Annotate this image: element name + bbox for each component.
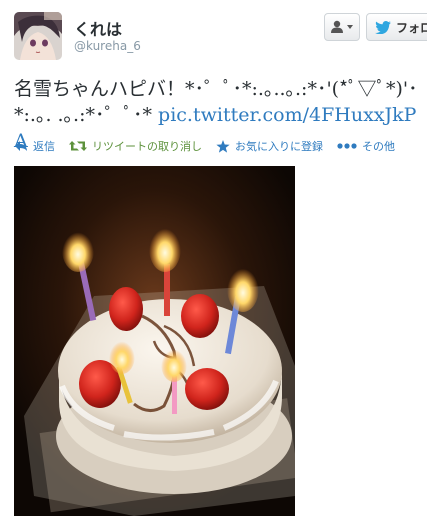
favorite-action[interactable]: お気に入りに登録 — [216, 138, 323, 154]
user-icon — [331, 20, 353, 33]
user-actions-button[interactable] — [324, 13, 360, 41]
birthday-cake-photo — [14, 166, 295, 516]
reply-action[interactable]: 返信 — [14, 138, 55, 154]
follow-label: フォロ — [396, 20, 427, 35]
avatar-image — [14, 12, 62, 60]
avatar[interactable] — [14, 12, 62, 60]
caret-down-icon — [347, 25, 353, 29]
favorite-label: お気に入りに登録 — [235, 140, 323, 153]
reply-label: 返信 — [33, 140, 55, 153]
tweet-actions: 返信 リツイートの取り消し お気に入りに登録 その他 — [14, 138, 409, 154]
more-label: その他 — [362, 140, 395, 153]
more-dots-icon — [337, 143, 357, 149]
follow-button[interactable]: フォロ — [366, 13, 427, 41]
reply-icon — [15, 141, 27, 151]
star-icon — [216, 139, 230, 153]
screen-name[interactable]: @kureha_6 — [74, 39, 141, 53]
more-action[interactable]: その他 — [337, 138, 395, 154]
display-name[interactable]: くれは — [74, 16, 122, 40]
retweet-label: リツイートの取り消し — [92, 140, 202, 153]
retweet-action[interactable]: リツイートの取り消し — [69, 138, 202, 154]
twitter-bird-icon — [375, 20, 391, 34]
tweet-photo[interactable] — [14, 166, 295, 516]
retweet-icon — [69, 141, 87, 151]
